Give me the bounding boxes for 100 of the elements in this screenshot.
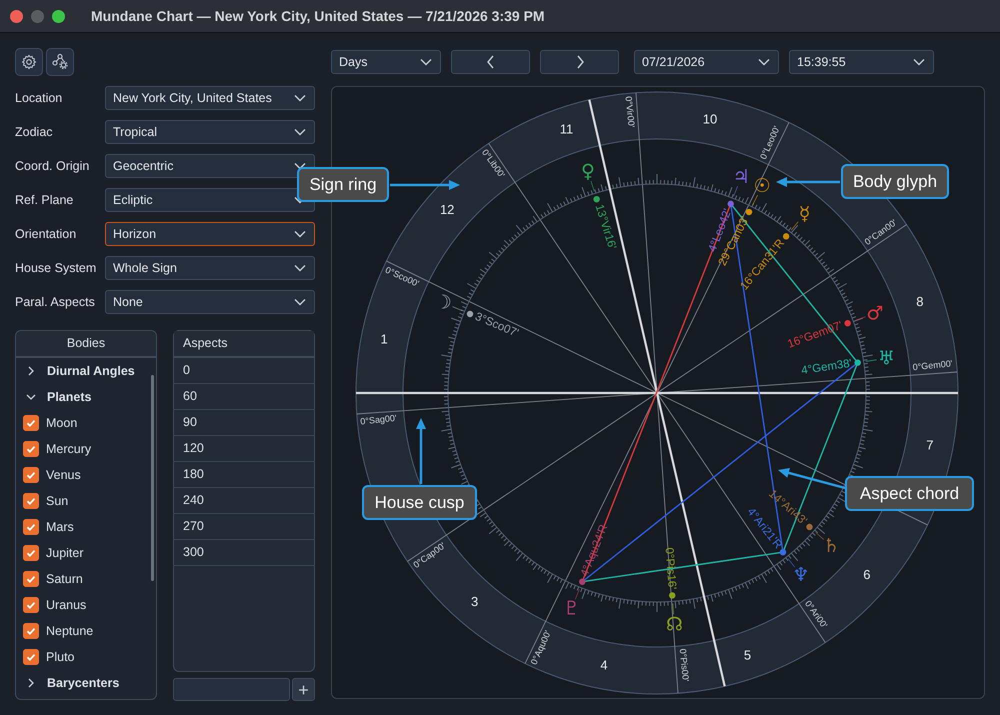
body-glyph[interactable]: ♆ xyxy=(792,564,810,586)
body-glyph[interactable]: ♀ xyxy=(581,160,595,182)
glyph-stem xyxy=(733,186,738,197)
add-button[interactable]: + xyxy=(292,678,315,701)
checkbox[interactable] xyxy=(23,597,39,613)
callout-arrow xyxy=(390,180,460,190)
cusp-label: 0°Vir00' xyxy=(624,96,637,128)
zoom-button[interactable] xyxy=(52,10,65,22)
house-number: 12 xyxy=(440,202,454,218)
callout-arrow xyxy=(776,177,840,187)
checkmark-icon xyxy=(25,573,37,585)
glyph-stem xyxy=(452,306,464,312)
time-dropdown[interactable]: 15:39:55 xyxy=(789,50,934,74)
tree-group[interactable]: Barycenters xyxy=(16,670,146,696)
checkbox[interactable] xyxy=(23,441,39,457)
body-glyph[interactable]: ♂ xyxy=(866,302,884,324)
aspect-angle[interactable]: 270 xyxy=(174,514,314,540)
checkbox[interactable] xyxy=(23,519,39,535)
chevron-down-icon xyxy=(913,58,925,66)
column-header: Bodies xyxy=(16,331,156,358)
checkmark-icon xyxy=(25,651,37,663)
glyph-stem xyxy=(790,221,799,231)
checkbox[interactable] xyxy=(23,467,39,483)
setting-dropdown[interactable]: Whole Sign xyxy=(105,256,315,280)
body-name: Mars xyxy=(46,520,74,534)
body-name: Jupiter xyxy=(46,546,84,560)
aspect-angle[interactable]: 0 xyxy=(174,358,314,384)
tree-group[interactable]: Diurnal Angles xyxy=(16,358,146,384)
chevron-down-icon xyxy=(294,162,306,170)
chevron-icon xyxy=(26,392,36,402)
date-dropdown[interactable]: 07/21/2026 xyxy=(634,50,779,74)
body-glyph[interactable]: ♄ xyxy=(822,535,840,558)
glyph-stem xyxy=(752,194,758,206)
house-number: 6 xyxy=(863,566,870,582)
checkbox[interactable] xyxy=(23,415,39,431)
body-glyph[interactable]: ♅ xyxy=(878,347,895,370)
body-position: 4°Gem38' xyxy=(800,358,853,378)
setting-dropdown[interactable]: Tropical xyxy=(105,120,315,144)
aspect-angle[interactable]: 90 xyxy=(174,410,314,436)
callout-label: Aspect chord xyxy=(845,476,974,511)
tree-group[interactable]: Planets xyxy=(16,384,146,410)
callout-label: Body glyph xyxy=(841,164,949,199)
body-name: Mercury xyxy=(46,442,92,456)
setting-label: Ref. Plane xyxy=(15,193,74,207)
glyph-stem xyxy=(854,316,866,321)
body-glyph[interactable]: ☽ xyxy=(434,292,452,314)
glyph-stem xyxy=(865,359,877,362)
glyph-stem xyxy=(590,180,595,192)
checkbox[interactable] xyxy=(23,571,39,587)
checkbox[interactable] xyxy=(23,649,39,665)
checkbox[interactable] xyxy=(23,623,39,639)
body-name: Uranus xyxy=(46,598,86,612)
checkbox[interactable] xyxy=(23,493,39,509)
checkmark-icon xyxy=(25,625,37,637)
aspect-angle[interactable]: 60 xyxy=(174,384,314,410)
checkbox[interactable] xyxy=(23,545,39,561)
house-number: 10 xyxy=(702,112,718,127)
aspect-input-field[interactable] xyxy=(173,678,290,701)
setting-label: Orientation xyxy=(15,227,78,241)
nodes-gear-icon xyxy=(51,53,69,71)
aspect-angle[interactable]: 300 xyxy=(174,540,314,566)
body-name: Saturn xyxy=(46,572,83,586)
house-number: 5 xyxy=(744,647,752,662)
body-glyph[interactable]: ♃ xyxy=(732,166,750,188)
checkmark-icon xyxy=(25,417,37,429)
chevron-right-icon xyxy=(574,55,584,69)
aspect-angle[interactable]: 120 xyxy=(174,436,314,462)
checkmark-icon xyxy=(25,521,37,533)
setting-dropdown[interactable]: Horizon xyxy=(105,222,315,246)
setting-label: Paral. Aspects xyxy=(15,295,96,309)
callout-arrow xyxy=(416,418,426,484)
glyph-stem xyxy=(815,532,824,540)
house-number: 8 xyxy=(916,294,924,309)
aspect-angle[interactable]: 240 xyxy=(174,488,314,514)
period-dropdown[interactable]: Days xyxy=(331,50,441,74)
chevron-down-icon xyxy=(294,94,306,102)
chevron-icon xyxy=(26,366,36,376)
checkmark-icon xyxy=(25,547,37,559)
chevron-down-icon xyxy=(294,298,306,306)
settings-button[interactable] xyxy=(15,48,43,76)
column-header: Aspects xyxy=(174,331,314,358)
settings-icon xyxy=(21,54,37,70)
aspect-angle[interactable]: 180 xyxy=(174,462,314,488)
setting-dropdown[interactable]: New York City, United States xyxy=(105,86,315,110)
setting-dropdown[interactable]: None xyxy=(105,290,315,314)
body-name: Pluto xyxy=(46,650,74,664)
setting-label: Coord. Origin xyxy=(15,159,90,173)
glyph-stem xyxy=(574,588,580,600)
body-glyph[interactable]: ☿ xyxy=(798,202,810,225)
setting-dropdown[interactable]: Geocentric xyxy=(105,154,315,178)
window-title: Mundane Chart — New York City, United States — 7/21/2026 3:39 PM xyxy=(91,8,545,24)
glyph-stem xyxy=(788,558,796,568)
chevron-down-icon xyxy=(294,128,306,136)
scrollbar[interactable] xyxy=(151,375,154,581)
glyph-stem xyxy=(672,603,674,615)
chevron-down-icon xyxy=(758,58,770,66)
close-button[interactable] xyxy=(10,10,23,22)
network-settings-button[interactable] xyxy=(46,48,74,76)
house-number: 11 xyxy=(560,122,574,137)
setting-label: House System xyxy=(15,261,98,275)
